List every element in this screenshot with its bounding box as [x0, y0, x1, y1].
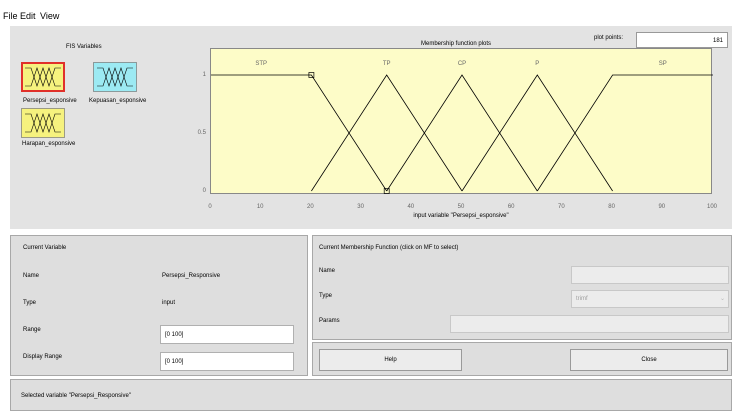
mf-params-label: Params: [319, 318, 340, 324]
x-tick-label: 90: [658, 204, 665, 210]
range-input[interactable]: [0 100]: [160, 325, 294, 344]
mf-thumbnail-icon: [21, 62, 65, 92]
mf-name-label: Name: [319, 268, 336, 274]
x-axis-label: input variable "Persepsi_esponsive": [413, 213, 508, 219]
fis-variables-title: FIS Variables: [66, 44, 102, 50]
mf-params-input[interactable]: [450, 315, 729, 333]
mf-name-input[interactable]: [571, 266, 729, 284]
menu-view[interactable]: View: [40, 11, 59, 22]
close-button[interactable]: Close: [570, 349, 728, 371]
x-tick-label: 80: [608, 204, 615, 210]
x-tick-label: 30: [357, 204, 364, 210]
var-label-persepsi: Persepsi_esponsive: [23, 98, 77, 104]
x-tick-label: 40: [407, 204, 414, 210]
current-mf-title: Current Membership Function (click on MF…: [319, 245, 459, 251]
status-bar: Selected variable "Persepsi_Responsive": [10, 379, 732, 411]
button-row: Help Close: [312, 342, 732, 376]
chevron-down-icon: ⌄: [719, 296, 725, 302]
x-tick-label: 20: [307, 204, 314, 210]
x-tick-label: 60: [508, 204, 515, 210]
mf-thumbnail-icon: [21, 108, 65, 138]
y-tick-label: 1: [203, 72, 207, 78]
cv-display-range-label: Display Range: [23, 354, 63, 360]
cv-name-label: Name: [23, 273, 40, 279]
var-label-kepuasan: Kepuasan_esponsive: [89, 98, 147, 104]
mf-type-select[interactable]: trimf ⌄: [571, 290, 729, 308]
var-label-harapan: Harapan_esponsive: [22, 141, 76, 147]
cv-name-value: Persepsi_Responsive: [162, 273, 221, 279]
cv-type-value: input: [162, 300, 176, 306]
var-box-harapan[interactable]: [21, 108, 65, 138]
mf-type-label: Type: [319, 293, 333, 299]
menu-bar: File Edit View: [0, 0, 732, 24]
plot-axes: 0 10 20 30 40 50 60 70 80 90 100 1 0.5 0 input variabl…: [198, 72, 718, 219]
status-text: Selected variable "Persepsi_Responsive": [21, 393, 131, 399]
current-mf-panel: Current Membership Function (click on MF…: [312, 235, 732, 340]
y-tick-label: 0.5: [198, 130, 207, 136]
x-tick-label: 100: [707, 204, 718, 210]
cv-type-label: Type: [23, 300, 37, 306]
help-button[interactable]: Help: [319, 349, 462, 371]
y-tick-label: 0: [203, 188, 207, 194]
current-variable-title: Current Variable: [23, 245, 67, 251]
current-variable-panel: Current Variable Name Persepsi_Responsiv…: [10, 235, 308, 376]
mf-type-value: trimf: [576, 296, 588, 302]
menu-file[interactable]: File: [3, 11, 18, 22]
var-box-persepsi[interactable]: [21, 62, 65, 92]
x-tick-label: 70: [558, 204, 565, 210]
var-box-kepuasan[interactable]: [93, 62, 137, 92]
x-tick-label: 50: [458, 204, 465, 210]
cv-range-label: Range: [23, 327, 41, 333]
mf-thumbnail-icon: [93, 62, 137, 92]
x-tick-label: 0: [208, 204, 212, 210]
display-range-input[interactable]: [0 100]: [160, 352, 294, 371]
menu-edit[interactable]: Edit: [20, 11, 36, 22]
x-tick-label: 10: [257, 204, 264, 210]
